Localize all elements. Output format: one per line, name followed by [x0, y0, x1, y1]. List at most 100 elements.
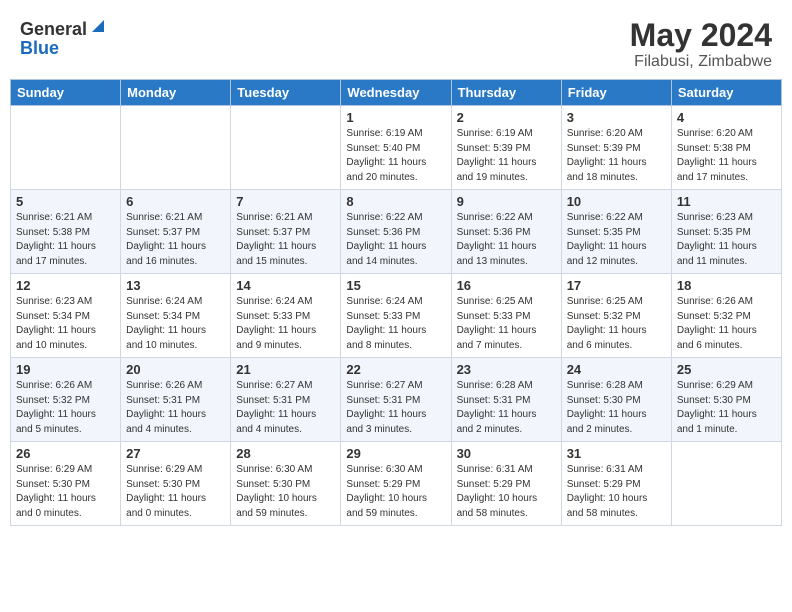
day-info: Sunrise: 6:31 AM Sunset: 5:29 PM Dayligh…	[457, 463, 556, 521]
day-info: Sunrise: 6:30 AM Sunset: 5:29 PM Dayligh…	[346, 463, 445, 521]
calendar-cell: 21 Sunrise: 6:27 AM Sunset: 5:31 PM Dayli…	[231, 358, 341, 442]
calendar-cell: 7 Sunrise: 6:21 AM Sunset: 5:37 PM Daylig…	[231, 190, 341, 274]
day-number: 31	[567, 446, 666, 461]
day-number: 11	[677, 194, 776, 209]
title-block: May 2024 Filabusi, Zimbabwe	[630, 18, 772, 71]
day-info: Sunrise: 6:28 AM Sunset: 5:30 PM Dayligh…	[567, 379, 666, 437]
calendar-cell: 1Sunrise: 6:19 AM Sunset: 5:40 PM Daylig…	[341, 106, 451, 190]
day-number: 6	[126, 194, 225, 209]
weekday-header: Saturday	[671, 80, 781, 106]
day-info: Sunrise: 6:24 AM Sunset: 5:34 PM Dayligh…	[126, 295, 225, 353]
calendar-cell: 24 Sunrise: 6:28 AM Sunset: 5:30 PM Dayli…	[561, 358, 671, 442]
day-info: Sunrise: 6:25 AM Sunset: 5:32 PM Dayligh…	[567, 295, 666, 353]
calendar-cell: 26 Sunrise: 6:29 AM Sunset: 5:30 PM Dayli…	[11, 442, 121, 526]
calendar-cell: 17 Sunrise: 6:25 AM Sunset: 5:32 PM Dayli…	[561, 274, 671, 358]
calendar-cell: 9Sunrise: 6:22 AM Sunset: 5:36 PM Daylig…	[451, 190, 561, 274]
calendar-week-row: 1Sunrise: 6:19 AM Sunset: 5:40 PM Daylig…	[11, 106, 782, 190]
calendar-cell: 15Sunrise: 6:24 AM Sunset: 5:33 PM Dayli…	[341, 274, 451, 358]
calendar-table: SundayMondayTuesdayWednesdayThursdayFrid…	[10, 79, 782, 526]
day-number: 22	[346, 362, 445, 377]
day-info: Sunrise: 6:20 AM Sunset: 5:39 PM Dayligh…	[567, 127, 666, 185]
calendar-cell: 8 Sunrise: 6:22 AM Sunset: 5:36 PM Daylig…	[341, 190, 451, 274]
day-number: 24	[567, 362, 666, 377]
day-info: Sunrise: 6:20 AM Sunset: 5:38 PM Dayligh…	[677, 127, 776, 185]
calendar-cell: 20 Sunrise: 6:26 AM Sunset: 5:31 PM Dayli…	[121, 358, 231, 442]
day-info: Sunrise: 6:24 AM Sunset: 5:33 PM Dayligh…	[346, 295, 445, 353]
calendar-cell	[121, 106, 231, 190]
day-info: Sunrise: 6:19 AM Sunset: 5:40 PM Dayligh…	[346, 127, 445, 185]
day-info: Sunrise: 6:21 AM Sunset: 5:37 PM Dayligh…	[236, 211, 335, 269]
day-number: 7	[236, 194, 335, 209]
day-number: 13	[126, 278, 225, 293]
day-info: Sunrise: 6:26 AM Sunset: 5:32 PM Dayligh…	[677, 295, 776, 353]
day-number: 2	[457, 110, 556, 125]
calendar-cell: 31 Sunrise: 6:31 AM Sunset: 5:29 PM Dayli…	[561, 442, 671, 526]
calendar-cell: 16 Sunrise: 6:25 AM Sunset: 5:33 PM Dayli…	[451, 274, 561, 358]
calendar-cell: 5Sunrise: 6:21 AM Sunset: 5:38 PM Daylig…	[11, 190, 121, 274]
calendar-cell: 12 Sunrise: 6:23 AM Sunset: 5:34 PM Dayli…	[11, 274, 121, 358]
day-info: Sunrise: 6:27 AM Sunset: 5:31 PM Dayligh…	[236, 379, 335, 437]
day-info: Sunrise: 6:22 AM Sunset: 5:36 PM Dayligh…	[346, 211, 445, 269]
weekday-header: Tuesday	[231, 80, 341, 106]
calendar-cell: 10Sunrise: 6:22 AM Sunset: 5:35 PM Dayli…	[561, 190, 671, 274]
day-info: Sunrise: 6:21 AM Sunset: 5:37 PM Dayligh…	[126, 211, 225, 269]
day-info: Sunrise: 6:26 AM Sunset: 5:31 PM Dayligh…	[126, 379, 225, 437]
calendar-cell: 27Sunrise: 6:29 AM Sunset: 5:30 PM Dayli…	[121, 442, 231, 526]
day-info: Sunrise: 6:23 AM Sunset: 5:34 PM Dayligh…	[16, 295, 115, 353]
day-info: Sunrise: 6:22 AM Sunset: 5:36 PM Dayligh…	[457, 211, 556, 269]
calendar-week-row: 26 Sunrise: 6:29 AM Sunset: 5:30 PM Dayli…	[11, 442, 782, 526]
logo-general-text: General	[20, 20, 87, 38]
day-number: 18	[677, 278, 776, 293]
day-number: 30	[457, 446, 556, 461]
calendar-week-row: 12 Sunrise: 6:23 AM Sunset: 5:34 PM Dayli…	[11, 274, 782, 358]
calendar-cell: 28Sunrise: 6:30 AM Sunset: 5:30 PM Dayli…	[231, 442, 341, 526]
calendar-cell: 14 Sunrise: 6:24 AM Sunset: 5:33 PM Dayli…	[231, 274, 341, 358]
day-number: 20	[126, 362, 225, 377]
calendar-cell: 29Sunrise: 6:30 AM Sunset: 5:29 PM Dayli…	[341, 442, 451, 526]
calendar-cell: 4 Sunrise: 6:20 AM Sunset: 5:38 PM Daylig…	[671, 106, 781, 190]
day-info: Sunrise: 6:27 AM Sunset: 5:31 PM Dayligh…	[346, 379, 445, 437]
day-number: 26	[16, 446, 115, 461]
day-info: Sunrise: 6:19 AM Sunset: 5:39 PM Dayligh…	[457, 127, 556, 185]
calendar-cell: 13 Sunrise: 6:24 AM Sunset: 5:34 PM Dayli…	[121, 274, 231, 358]
day-number: 27	[126, 446, 225, 461]
day-number: 17	[567, 278, 666, 293]
day-info: Sunrise: 6:31 AM Sunset: 5:29 PM Dayligh…	[567, 463, 666, 521]
day-info: Sunrise: 6:29 AM Sunset: 5:30 PM Dayligh…	[677, 379, 776, 437]
day-info: Sunrise: 6:24 AM Sunset: 5:33 PM Dayligh…	[236, 295, 335, 353]
calendar-cell: 22 Sunrise: 6:27 AM Sunset: 5:31 PM Dayli…	[341, 358, 451, 442]
calendar-cell	[231, 106, 341, 190]
day-number: 21	[236, 362, 335, 377]
day-number: 19	[16, 362, 115, 377]
calendar-week-row: 19Sunrise: 6:26 AM Sunset: 5:32 PM Dayli…	[11, 358, 782, 442]
day-info: Sunrise: 6:21 AM Sunset: 5:38 PM Dayligh…	[16, 211, 115, 269]
weekday-header: Monday	[121, 80, 231, 106]
day-number: 4	[677, 110, 776, 125]
weekday-header: Wednesday	[341, 80, 451, 106]
weekday-header: Friday	[561, 80, 671, 106]
calendar-cell	[11, 106, 121, 190]
day-info: Sunrise: 6:29 AM Sunset: 5:30 PM Dayligh…	[16, 463, 115, 521]
calendar-cell: 23 Sunrise: 6:28 AM Sunset: 5:31 PM Dayli…	[451, 358, 561, 442]
day-number: 23	[457, 362, 556, 377]
day-number: 3	[567, 110, 666, 125]
day-info: Sunrise: 6:30 AM Sunset: 5:30 PM Dayligh…	[236, 463, 335, 521]
calendar-cell: 2 Sunrise: 6:19 AM Sunset: 5:39 PM Daylig…	[451, 106, 561, 190]
calendar-cell: 18 Sunrise: 6:26 AM Sunset: 5:32 PM Dayli…	[671, 274, 781, 358]
day-number: 16	[457, 278, 556, 293]
day-number: 14	[236, 278, 335, 293]
weekday-header: Thursday	[451, 80, 561, 106]
day-info: Sunrise: 6:28 AM Sunset: 5:31 PM Dayligh…	[457, 379, 556, 437]
day-info: Sunrise: 6:23 AM Sunset: 5:35 PM Dayligh…	[677, 211, 776, 269]
calendar-cell: 11 Sunrise: 6:23 AM Sunset: 5:35 PM Dayli…	[671, 190, 781, 274]
day-number: 8	[346, 194, 445, 209]
location-title: Filabusi, Zimbabwe	[630, 53, 772, 71]
calendar-cell: 30 Sunrise: 6:31 AM Sunset: 5:29 PM Dayli…	[451, 442, 561, 526]
logo-blue-text: Blue	[20, 39, 59, 57]
calendar-header-row: SundayMondayTuesdayWednesdayThursdayFrid…	[11, 80, 782, 106]
day-number: 25	[677, 362, 776, 377]
calendar-cell	[671, 442, 781, 526]
calendar-cell: 25 Sunrise: 6:29 AM Sunset: 5:30 PM Dayli…	[671, 358, 781, 442]
day-info: Sunrise: 6:25 AM Sunset: 5:33 PM Dayligh…	[457, 295, 556, 353]
day-number: 12	[16, 278, 115, 293]
